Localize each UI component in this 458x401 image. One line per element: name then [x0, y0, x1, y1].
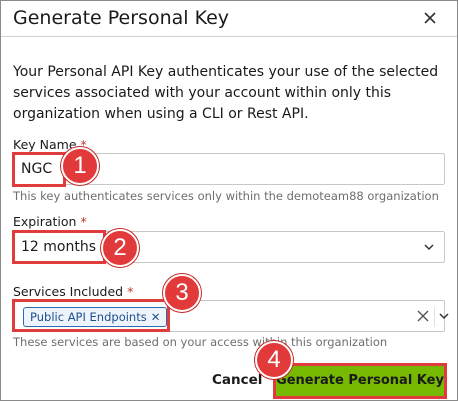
required-mark: * [80, 214, 87, 229]
service-tag: Public API Endpoints ✕ [23, 307, 168, 327]
step-badge-2: 2 [101, 229, 139, 267]
key-name-helper: This key authenticates services only wit… [13, 189, 439, 203]
expiration-label: Expiration * [13, 214, 87, 229]
services-helper: These services are based on your access … [13, 335, 388, 349]
generate-key-button[interactable]: Generate Personal Key [275, 365, 445, 397]
tag-remove-icon[interactable]: ✕ [151, 310, 161, 324]
field-separator [434, 307, 435, 327]
services-multiselect[interactable]: Public API Endpoints ✕ [13, 300, 449, 332]
generate-key-dialog: Generate Personal Key Your Personal API … [0, 0, 458, 401]
close-icon[interactable] [419, 7, 441, 29]
cancel-button[interactable]: Cancel [212, 372, 262, 388]
dialog-title: Generate Personal Key [13, 7, 230, 29]
expiration-select[interactable]: 12 months [13, 231, 445, 263]
key-name-label-text: Key Name [13, 137, 77, 152]
expiration-value: 12 months [21, 239, 96, 255]
chevron-down-icon[interactable] [437, 309, 451, 323]
step-badge-3: 3 [163, 274, 201, 312]
dialog-header: Generate Personal Key [1, 1, 457, 37]
chevron-down-icon [424, 244, 434, 251]
service-tag-label: Public API Endpoints [30, 310, 147, 324]
key-name-value: NGC [21, 161, 53, 177]
clear-selection-icon[interactable] [416, 309, 430, 323]
expiration-label-text: Expiration [13, 214, 77, 229]
services-label-text: Services Included [13, 284, 124, 299]
step-badge-1: 1 [61, 147, 99, 185]
step-badge-4: 4 [255, 341, 293, 379]
services-label: Services Included * [13, 284, 133, 299]
dialog-description: Your Personal API Key authenticates your… [13, 64, 439, 122]
required-mark: * [127, 284, 134, 299]
